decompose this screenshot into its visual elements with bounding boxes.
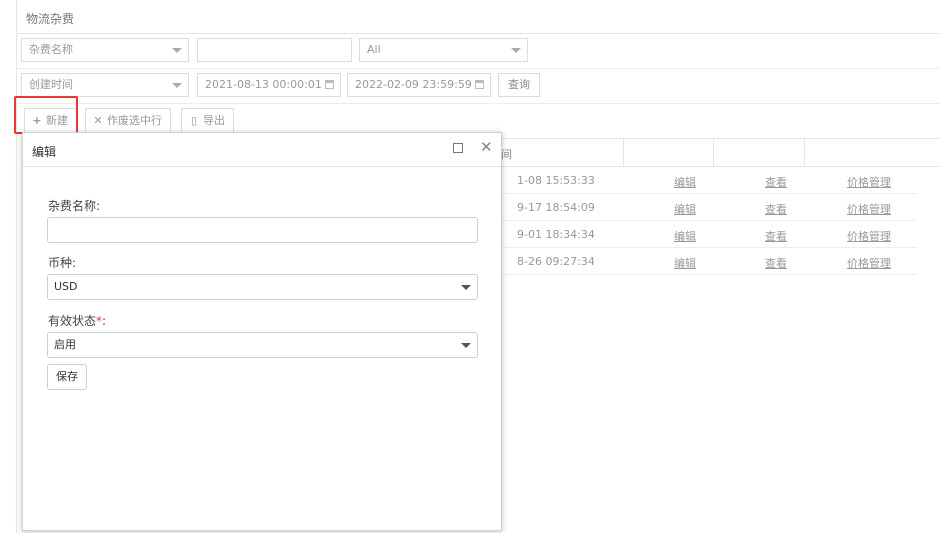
panel-title: 物流杂费 — [26, 12, 75, 26]
edit-link[interactable]: 编辑 — [674, 201, 696, 217]
table-header: 间 — [497, 138, 940, 167]
filter-row-2: 创建时间 2021-08-13 00:00:01 2022-02-09 23:5… — [17, 69, 940, 104]
time-column-header: 间 — [501, 148, 512, 161]
new-button-highlight — [14, 96, 78, 134]
fee-name-input[interactable] — [47, 217, 478, 243]
edit-link[interactable]: 编辑 — [674, 174, 696, 190]
currency-value: USD — [54, 280, 78, 293]
maximize-icon[interactable] — [453, 143, 463, 153]
table-row: 9-01 18:34:34 编辑 查看 价格管理 — [497, 221, 917, 248]
view-link[interactable]: 查看 — [765, 228, 787, 244]
view-link[interactable]: 查看 — [765, 201, 787, 217]
row-time: 1-08 15:53:33 — [517, 174, 595, 187]
row-time: 9-01 18:34:34 — [517, 228, 595, 241]
time-type-select[interactable]: 创建时间 — [21, 73, 189, 97]
status-label-colon: : — [102, 314, 107, 328]
save-button[interactable]: 保存 — [47, 364, 87, 390]
chevron-down-icon — [172, 48, 182, 53]
table-row: 1-08 15:53:33 编辑 查看 价格管理 — [497, 167, 917, 194]
query-button[interactable]: 查询 — [498, 73, 540, 97]
dialog-title: 编辑 — [32, 145, 57, 159]
chevron-down-icon — [511, 48, 521, 53]
export-button[interactable]: ▯ 导出 — [181, 108, 234, 133]
void-button-label: 作废选中行 — [107, 114, 162, 127]
row-time: 9-17 18:54:09 — [517, 201, 595, 214]
cross-icon: ✕ — [93, 114, 103, 127]
row-time: 8-26 09:27:34 — [517, 255, 595, 268]
dialog-header: 编辑 ✕ — [23, 133, 501, 167]
edit-dialog: 编辑 ✕ 杂费名称: 币种: USD 有效状态*: 启用 保存 — [22, 132, 502, 531]
name-type-select[interactable]: 杂费名称 — [21, 38, 189, 62]
validity-status-value: 启用 — [54, 338, 76, 351]
name-input[interactable] — [197, 38, 352, 62]
table-header-cell — [804, 139, 940, 166]
table-body: 1-08 15:53:33 编辑 查看 价格管理 9-17 18:54:09 编辑 查看 价格… — [497, 167, 940, 275]
time-type-value: 创建时间 — [29, 78, 73, 91]
filter-row-1: 杂费名称 All — [17, 34, 940, 69]
chevron-down-icon — [461, 343, 471, 348]
end-time-input[interactable]: 2022-02-09 23:59:59 — [347, 73, 491, 97]
start-time-value: 2021-08-13 00:00:01 — [205, 78, 322, 91]
edit-link[interactable]: 编辑 — [674, 255, 696, 271]
table-row: 8-26 09:27:34 编辑 查看 价格管理 — [497, 248, 917, 275]
status-select-value: All — [367, 43, 381, 56]
void-selected-button[interactable]: ✕ 作废选中行 — [85, 108, 171, 133]
fee-name-label: 杂费名称: — [48, 199, 101, 213]
table-row: 9-17 18:54:09 编辑 查看 价格管理 — [497, 194, 917, 221]
file-export-icon: ▯ — [190, 114, 198, 127]
chevron-down-icon — [461, 285, 471, 290]
table-header-cell — [713, 139, 805, 166]
price-manage-link[interactable]: 价格管理 — [847, 174, 891, 190]
fee-table: 间 1-08 15:53:33 编辑 查看 价格管理 9-17 18:54:09 编辑 查看… — [497, 138, 940, 275]
end-time-value: 2022-02-09 23:59:59 — [355, 78, 472, 91]
status-select[interactable]: All — [359, 38, 528, 62]
calendar-icon — [475, 80, 484, 89]
edit-link[interactable]: 编辑 — [674, 228, 696, 244]
price-manage-link[interactable]: 价格管理 — [847, 201, 891, 217]
view-link[interactable]: 查看 — [765, 255, 787, 271]
panel-header: 物流杂费 — [17, 0, 940, 34]
validity-status-select[interactable]: 启用 — [47, 332, 478, 358]
start-time-input[interactable]: 2021-08-13 00:00:01 — [197, 73, 341, 97]
calendar-icon — [325, 80, 334, 89]
currency-select[interactable]: USD — [47, 274, 478, 300]
close-icon[interactable]: ✕ — [480, 139, 493, 155]
currency-label: 币种: — [48, 256, 77, 270]
status-label-text: 有效状态 — [48, 314, 97, 328]
price-manage-link[interactable]: 价格管理 — [847, 228, 891, 244]
export-button-label: 导出 — [203, 114, 225, 127]
price-manage-link[interactable]: 价格管理 — [847, 255, 891, 271]
table-header-cell — [623, 139, 714, 166]
view-link[interactable]: 查看 — [765, 174, 787, 190]
status-label: 有效状态*: — [48, 312, 106, 329]
name-type-value: 杂费名称 — [29, 43, 73, 56]
chevron-down-icon — [172, 83, 182, 88]
